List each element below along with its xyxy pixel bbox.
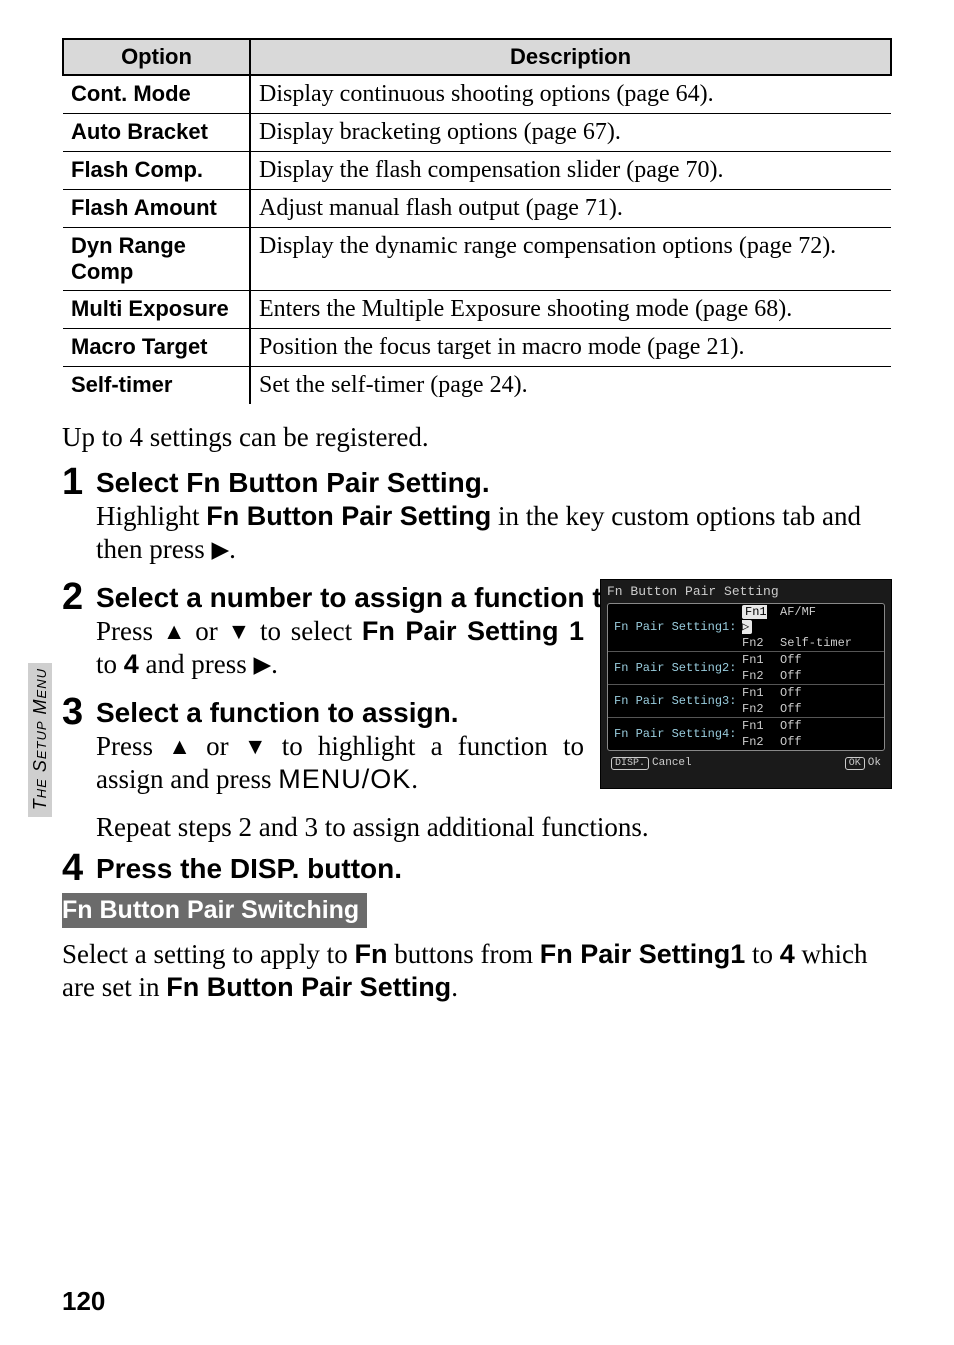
- step-1-body: Highlight Fn Button Pair Setting in the …: [96, 500, 892, 566]
- sidebar-label: The Setup Menu: [30, 668, 54, 810]
- sec-b3: Fn Button Pair Setting: [166, 972, 451, 1002]
- option-desc: Set the self-timer (page 24).: [250, 367, 891, 405]
- table-row: Multi ExposureEnters the Multiple Exposu…: [63, 291, 891, 329]
- step-3-body: Press ▲ or ▼ to highlight a function to …: [96, 730, 584, 796]
- ss-row: Fn Pair Setting2:Fn1OffFn2Off: [608, 652, 884, 685]
- options-table: Option Description Cont. ModeDisplay con…: [62, 38, 892, 404]
- option-desc: Adjust manual flash output (page 71).: [250, 190, 891, 228]
- s2-mid: to select: [250, 616, 362, 646]
- sec-b1: Fn Pair Setting1: [540, 939, 746, 969]
- step-3-number: 3: [62, 691, 83, 734]
- s4-pre: Press the: [96, 853, 230, 884]
- s2-to: to: [96, 649, 124, 679]
- down-arrow-icon: ▼: [244, 733, 267, 761]
- sec-pre: Select a setting to apply to: [62, 939, 354, 969]
- option-name: Self-timer: [63, 367, 250, 405]
- step-2: 2 Select a number to assign a function t…: [96, 582, 892, 681]
- option-desc: Display bracketing options (page 67).: [250, 114, 891, 152]
- table-row: Flash AmountAdjust manual flash output (…: [63, 190, 891, 228]
- ss-row: Fn Pair Setting1:Fn1 ▷AF/MFFn2Self-timer: [608, 604, 884, 652]
- option-desc: Enters the Multiple Exposure shooting mo…: [250, 291, 891, 329]
- ss-fn2: Fn2: [742, 669, 780, 683]
- s2-pre: Press: [96, 616, 163, 646]
- sec-b2: 4: [780, 939, 795, 969]
- step-1-body-bold: Fn Button Pair Setting: [206, 501, 491, 531]
- ss-title: Fn Button Pair Setting: [601, 580, 891, 601]
- step-1-body-pre: Highlight: [96, 501, 206, 531]
- s3-or: or: [191, 731, 244, 761]
- s2-and: and press: [139, 649, 254, 679]
- step-1-body-post: .: [229, 534, 236, 564]
- option-name: Dyn Range Comp: [63, 228, 250, 291]
- option-name: Macro Target: [63, 329, 250, 367]
- page-number: 120: [62, 1286, 105, 1317]
- step-2-number: 2: [62, 576, 83, 619]
- s2-bold2: 4: [124, 649, 139, 679]
- step-1-head-pre: Select: [96, 467, 186, 498]
- up-arrow-icon: ▲: [163, 618, 186, 646]
- table-row: Dyn Range CompDisplay the dynamic range …: [63, 228, 891, 291]
- table-row: Auto BracketDisplay bracketing options (…: [63, 114, 891, 152]
- option-name: Cont. Mode: [63, 75, 250, 114]
- s3-pre: Press: [96, 731, 168, 761]
- option-name: Multi Exposure: [63, 291, 250, 329]
- step-1: 1 Select Fn Button Pair Setting. Highlig…: [96, 467, 892, 566]
- s4-post: button.: [299, 853, 402, 884]
- option-name: Flash Comp.: [63, 152, 250, 190]
- th-description: Description: [250, 39, 891, 75]
- repeat-note: Repeat steps 2 and 3 to assign additiona…: [96, 812, 892, 843]
- right-arrow-icon: ▶: [211, 536, 229, 564]
- option-desc: Display continuous shooting options (pag…: [250, 75, 891, 114]
- table-row: Flash Comp.Display the flash compensatio…: [63, 152, 891, 190]
- disp-label: DISP.: [230, 853, 300, 884]
- step-1-number: 1: [62, 461, 83, 504]
- ss-val1: AF/MF: [780, 605, 884, 634]
- s2-or: or: [185, 616, 227, 646]
- ss-fn2: Fn2: [742, 636, 780, 650]
- table-row: Cont. ModeDisplay continuous shooting op…: [63, 75, 891, 114]
- step-2-body: Press ▲ or ▼ to select Fn Pair Setting 1…: [96, 615, 584, 681]
- step-3: 3 Select a function to assign. Press ▲ o…: [96, 697, 892, 796]
- s2-post: .: [271, 649, 278, 679]
- section-heading-bar: Fn Button Pair Switching: [62, 893, 892, 928]
- ss-row-label: Fn Pair Setting2:: [608, 652, 742, 684]
- step-3-heading: Select a function to assign.: [96, 697, 584, 729]
- ss-fn1: Fn1 ▷: [742, 605, 780, 634]
- down-arrow-icon: ▼: [227, 618, 250, 646]
- ss-val2: Self-timer: [780, 636, 884, 650]
- fn-label: Fn: [354, 939, 387, 969]
- section-title: Fn Button Pair Switching: [62, 893, 367, 928]
- section-body: Select a setting to apply to Fn buttons …: [62, 938, 892, 1004]
- s2-bold1: Fn Pair Setting 1: [362, 616, 584, 646]
- table-row: Self-timerSet the self-timer (page 24).: [63, 367, 891, 405]
- step-1-heading: Select Fn Button Pair Setting.: [96, 467, 892, 499]
- intro-text: Up to 4 settings can be registered.: [62, 422, 892, 453]
- th-option: Option: [63, 39, 250, 75]
- ss-val1: Off: [780, 653, 884, 667]
- sec-mid: buttons from: [387, 939, 539, 969]
- right-arrow-icon: ▶: [254, 651, 272, 679]
- table-row: Macro TargetPosition the focus target in…: [63, 329, 891, 367]
- option-name: Auto Bracket: [63, 114, 250, 152]
- ss-row-label: Fn Pair Setting1:: [608, 604, 742, 651]
- s3-post: .: [411, 764, 418, 794]
- step-1-head-post: .: [482, 467, 490, 498]
- sec-to: to: [745, 939, 780, 969]
- step-4: 4 Press the DISP. button.: [96, 853, 892, 885]
- sec-post: .: [451, 972, 458, 1002]
- menu-ok-label: MENU/OK: [278, 764, 411, 794]
- option-desc: Display the dynamic range compensation o…: [250, 228, 891, 291]
- option-name: Flash Amount: [63, 190, 250, 228]
- step-4-heading: Press the DISP. button.: [96, 853, 892, 885]
- ss-row-values: Fn1 ▷AF/MFFn2Self-timer: [742, 604, 884, 651]
- step-4-number: 4: [62, 847, 83, 890]
- ss-row-values: Fn1OffFn2Off: [742, 652, 884, 684]
- ss-fn1: Fn1: [742, 653, 780, 667]
- option-desc: Position the focus target in macro mode …: [250, 329, 891, 367]
- ss-val2: Off: [780, 669, 884, 683]
- up-arrow-icon: ▲: [168, 733, 191, 761]
- option-desc: Display the flash compensation slider (p…: [250, 152, 891, 190]
- step-1-head-bold: Fn Button Pair Setting: [186, 467, 482, 498]
